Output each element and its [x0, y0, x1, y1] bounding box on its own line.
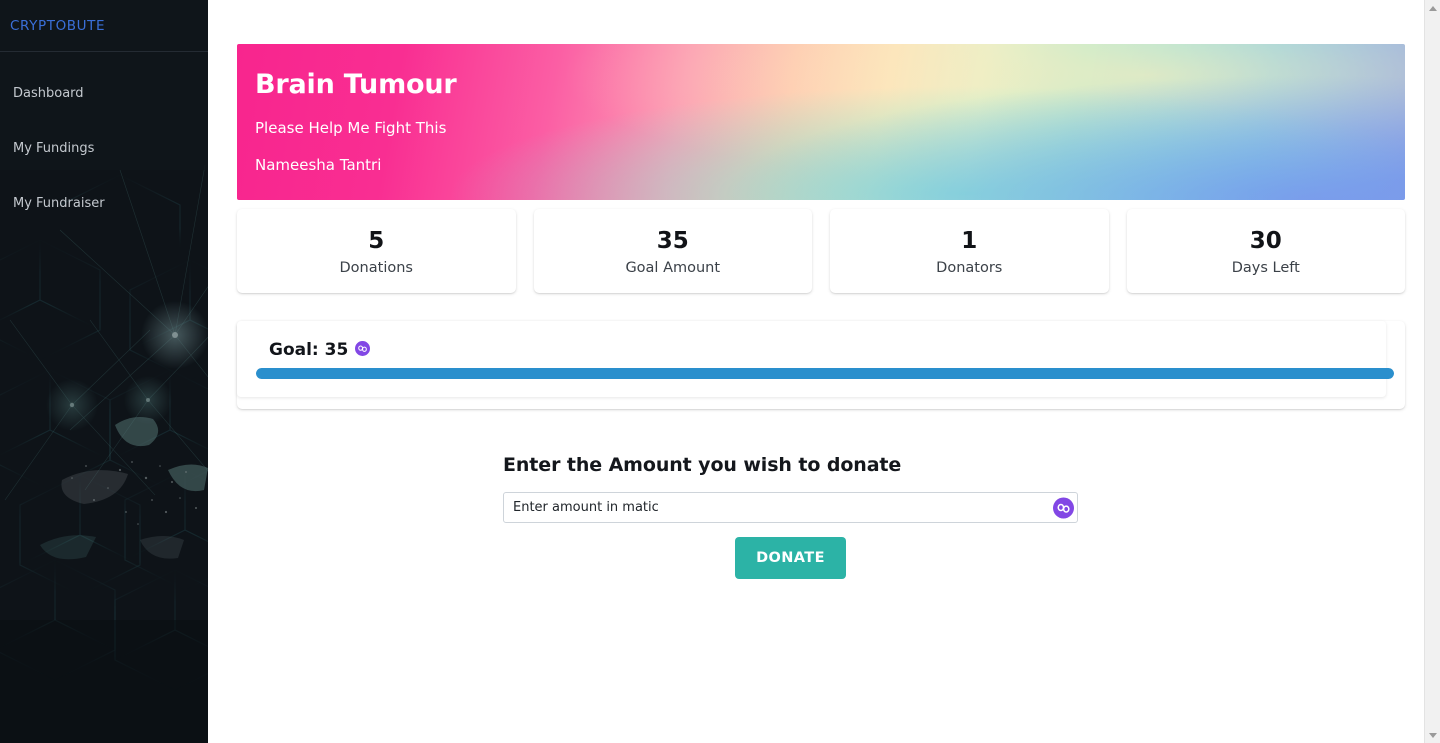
- sidebar-item-dashboard[interactable]: Dashboard: [0, 74, 208, 112]
- campaign-subtitle: Please Help Me Fight This: [255, 118, 447, 137]
- donation-amount-input[interactable]: [503, 492, 1078, 523]
- sidebar-nav: Dashboard My Fundings My Fundraiser: [0, 52, 208, 222]
- donate-button[interactable]: DONATE: [735, 537, 846, 579]
- goal-label-row: Goal: 35: [269, 340, 1386, 360]
- stats-row: 5 Donations 35 Goal Amount 1 Donators 30…: [237, 209, 1405, 293]
- sidebar: CRYPTOBUTE Dashboard My Fundings My Fund…: [0, 0, 208, 743]
- stat-card-donators: 1 Donators: [830, 209, 1109, 293]
- sidebar-item-label: My Fundraiser: [13, 195, 105, 211]
- stat-value: 30: [1249, 228, 1282, 255]
- goal-progress-bar: [256, 368, 1394, 379]
- campaign-title: Brain Tumour: [255, 69, 457, 100]
- stat-card-donations: 5 Donations: [237, 209, 516, 293]
- sidebar-item-my-fundings[interactable]: My Fundings: [0, 129, 208, 167]
- sidebar-item-label: My Fundings: [13, 140, 95, 156]
- stat-value: 1: [961, 228, 978, 255]
- brand-label: CRYPTOBUTE: [10, 17, 106, 34]
- donate-heading: Enter the Amount you wish to donate: [503, 454, 902, 476]
- goal-progress-fill: [256, 368, 1394, 379]
- matic-icon: [1053, 497, 1074, 518]
- goal-label: Goal: 35: [269, 340, 349, 360]
- campaign-banner: Brain Tumour Please Help Me Fight This N…: [237, 44, 1405, 200]
- scroll-down-arrow-icon[interactable]: [1425, 727, 1440, 743]
- stat-card-goal-amount: 35 Goal Amount: [533, 209, 812, 293]
- campaign-organizer: Nameesha Tantri: [255, 155, 382, 174]
- matic-icon: [355, 340, 371, 360]
- stat-label: Donations: [339, 259, 413, 276]
- sidebar-item-label: Dashboard: [13, 85, 84, 101]
- sidebar-item-my-fundraiser[interactable]: My Fundraiser: [0, 184, 208, 222]
- stat-label: Goal Amount: [625, 259, 721, 276]
- donate-form: Enter the Amount you wish to donate Ente…: [237, 454, 1405, 579]
- donate-button-row: DONATE: [503, 537, 1078, 579]
- goal-progress-card: Goal: 35: [237, 321, 1405, 409]
- amount-field-wrapper: [503, 492, 1078, 523]
- app-root: CRYPTOBUTE Dashboard My Fundings My Fund…: [0, 0, 1440, 743]
- vertical-scrollbar[interactable]: [1424, 0, 1440, 743]
- stat-label: Donators: [936, 259, 1003, 276]
- stat-value: 35: [656, 228, 689, 255]
- sidebar-brand[interactable]: CRYPTOBUTE: [0, 0, 208, 52]
- scroll-up-arrow-icon[interactable]: [1425, 0, 1440, 16]
- goal-inner-panel: Goal: 35: [237, 321, 1386, 397]
- stat-label: Days Left: [1231, 259, 1300, 276]
- stat-value: 5: [368, 228, 385, 255]
- stat-card-days-left: 30 Days Left: [1126, 209, 1405, 293]
- main-content: Brain Tumour Please Help Me Fight This N…: [208, 0, 1440, 743]
